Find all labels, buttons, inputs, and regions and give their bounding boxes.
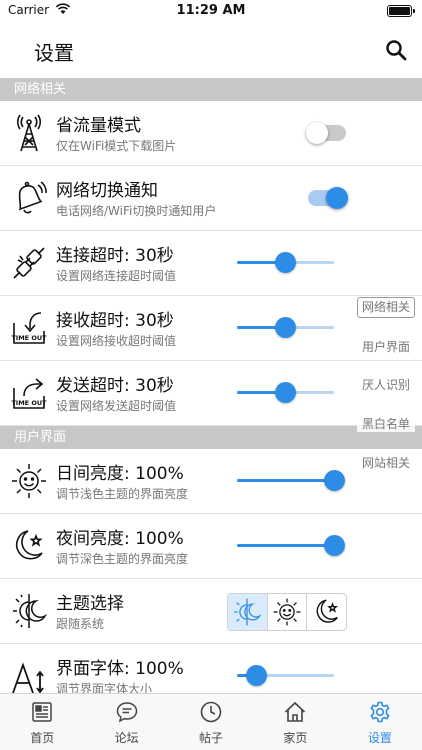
row-title: 界面字体: 100% <box>56 659 184 679</box>
tab-posts[interactable]: 帖子 <box>169 694 253 750</box>
newspaper-icon <box>32 702 52 722</box>
row-title: 网络切换通知 <box>56 181 158 201</box>
chat-bubble-icon <box>116 702 137 723</box>
network-notify-toggle[interactable] <box>308 187 348 209</box>
theme-option-system[interactable] <box>228 594 268 630</box>
row-title: 接收超时: 30秒 <box>56 311 174 331</box>
gear-icon <box>370 701 390 723</box>
slider-knob[interactable] <box>275 317 296 338</box>
row-connect-timeout: 连接超时: 30秒 设置网络连接超时阈值 <box>0 231 422 296</box>
tab-home[interactable]: 首页 <box>0 694 84 750</box>
receive-timeout-slider[interactable] <box>237 317 334 338</box>
theme-option-dark[interactable] <box>307 594 346 630</box>
slider-knob[interactable] <box>275 252 296 273</box>
day-brightness-slider[interactable] <box>237 470 345 491</box>
tab-label: 设置 <box>367 731 392 745</box>
tab-profile[interactable]: 家页 <box>253 694 337 750</box>
sun-moon-icon <box>234 598 262 626</box>
navigation-bar: 设置 <box>0 22 422 78</box>
plug-connect-icon <box>13 247 45 279</box>
row-subtitle: 电话网络/WiFi切换时通知用户 <box>56 204 217 218</box>
battery-icon <box>387 5 415 17</box>
toggle-knob <box>306 122 328 144</box>
row-title: 发送超时: 30秒 <box>56 376 174 396</box>
side-index-blacklist[interactable]: 黑白名单 <box>357 415 415 432</box>
section-header-network: 网络相关 <box>0 78 422 101</box>
font-size-slider[interactable] <box>237 665 334 686</box>
sun-moon-icon <box>13 594 48 628</box>
slider-knob[interactable] <box>275 382 296 403</box>
row-network-switch-notify: 网络切换通知 电话网络/WiFi切换时通知用户 <box>0 166 422 231</box>
send-timeout-slider[interactable] <box>237 382 334 403</box>
row-subtitle: 设置网络发送超时阈值 <box>56 399 177 413</box>
status-bar: Carrier 11:29 AM <box>0 0 422 22</box>
theme-option-light[interactable] <box>268 594 308 630</box>
theme-segmented-control <box>227 593 347 631</box>
sun-face-icon <box>273 598 301 626</box>
slider-knob[interactable] <box>245 665 267 686</box>
row-title: 连接超时: 30秒 <box>56 246 174 266</box>
row-data-saver: 省流量模式 仅在WiFi模式下载图片 <box>0 101 422 166</box>
row-title: 日间亮度: 100% <box>56 464 184 484</box>
row-subtitle: 调节深色主题的界面亮度 <box>56 552 189 566</box>
tab-label: 帖子 <box>199 731 224 745</box>
row-title: 夜间亮度: 100% <box>56 529 184 549</box>
svg-text:TIME OUT: TIME OUT <box>11 334 47 342</box>
moon-star-icon <box>15 530 43 560</box>
search-icon[interactable] <box>385 39 407 61</box>
clock-icon <box>200 701 222 723</box>
row-subtitle: 仅在WiFi模式下载图片 <box>56 139 177 153</box>
row-subtitle: 跟随系统 <box>56 617 105 631</box>
row-title: 省流量模式 <box>56 116 141 136</box>
tab-bar: 首页 论坛 帖子 家页 设置 <box>0 693 422 750</box>
sun-face-icon <box>12 464 46 498</box>
row-theme-select: 主题选择 跟随系统 <box>0 579 422 644</box>
side-index-site[interactable]: 网站相关 <box>357 454 415 471</box>
page-title: 设置 <box>34 41 74 65</box>
receive-timeout-icon: TIME OUT <box>11 312 47 344</box>
slider-knob[interactable] <box>323 470 345 491</box>
tab-forum[interactable]: 论坛 <box>84 694 168 750</box>
font-size-icon <box>12 662 44 694</box>
home-icon <box>285 701 306 722</box>
row-night-brightness: 夜间亮度: 100% 调节深色主题的界面亮度 <box>0 514 422 579</box>
toggle-knob <box>326 187 348 209</box>
night-brightness-slider[interactable] <box>237 535 345 556</box>
row-subtitle: 调节浅色主题的界面亮度 <box>56 487 189 501</box>
send-timeout-icon: TIME OUT <box>11 378 47 409</box>
antenna-tower-icon <box>16 114 42 152</box>
side-index-ui[interactable]: 用户界面 <box>357 338 415 355</box>
tab-label: 家页 <box>283 731 308 745</box>
side-index-block-users[interactable]: 厌人识别 <box>357 376 415 393</box>
row-title: 主题选择 <box>56 594 124 614</box>
slider-fill <box>237 544 334 547</box>
status-time: 11:29 AM <box>176 3 246 18</box>
tab-label: 论坛 <box>114 731 139 745</box>
tab-settings[interactable]: 设置 <box>338 694 422 750</box>
moon-star-icon <box>316 599 338 623</box>
row-subtitle: 设置网络接收超时阈值 <box>56 334 177 348</box>
row-subtitle: 设置网络连接超时阈值 <box>56 269 177 283</box>
slider-knob[interactable] <box>323 535 345 556</box>
bell-ringing-icon <box>18 181 47 214</box>
connect-timeout-slider[interactable] <box>237 252 334 273</box>
data-saver-toggle[interactable] <box>306 122 346 144</box>
side-index-network[interactable]: 网络相关 <box>357 297 415 318</box>
svg-text:TIME OUT: TIME OUT <box>11 399 47 407</box>
slider-fill <box>237 479 334 482</box>
tab-label: 首页 <box>30 731 55 745</box>
